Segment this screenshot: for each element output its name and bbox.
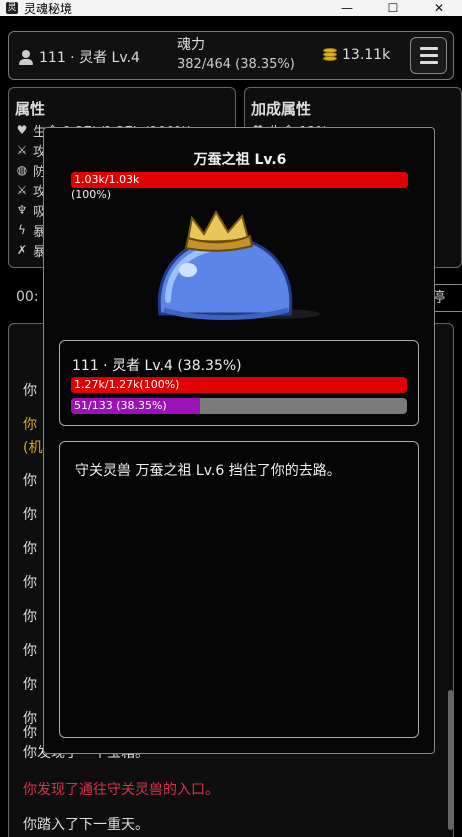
battle-message-box: 守关灵兽 万蚕之祖 Lv.6 挡住了你的去路。 [59,441,419,738]
attr-row: ⚔ 攻 [15,181,46,201]
log-line: 你 [23,575,37,591]
attr-row: ϟ 暴 [15,221,46,241]
crossed-swords-icon: ✗ [16,243,28,257]
attr-row: ⚔ 攻 [15,141,46,161]
player-name-level: 111 · 灵者 Lv.4 [39,50,140,66]
log-line: 你 [23,507,37,523]
soul-power: 魂力 382/464 (38.35%) [177,36,295,74]
maximize-button[interactable]: ☐ [370,0,416,16]
soul-value: 382/464 (38.35%) [177,57,295,72]
boss-hp-percent: (100%) [71,188,112,201]
attr-row: ✗ 暴 [15,241,46,261]
menu-button[interactable] [410,37,447,74]
minimize-button[interactable]: — [324,0,370,16]
log-line: 你踏入了下一重天。 [23,817,149,833]
hamburger-icon [419,47,438,50]
attr-row: ◍ 防 [15,161,46,181]
shield-icon: ◍ [16,163,28,177]
bolt-icon: ϟ [18,223,26,237]
battle-player-name: 111 · 灵者 Lv.4 (38.35%) [72,358,242,374]
sword-icon: ⚔ [16,183,28,197]
attributes-title: 属性 [15,100,46,118]
gold-display: 13.11k [323,47,390,63]
slime-king-sprite [157,210,320,320]
player-hp-bar: 1.27k/1.27k(100%) [71,377,407,393]
boss-hp-text: 1.03k/1.03k [74,173,140,186]
window-titlebar: 灵 灵魂秘境 — ☐ ✕ [0,0,462,16]
wing-icon: ♆ [16,203,28,217]
log-scrollbar[interactable] [448,690,453,830]
timer: 00: [16,289,39,305]
person-icon [19,49,33,65]
sword-icon: ⚔ [16,143,28,157]
log-line: 你发现了通往守关灵兽的入口。 [23,782,219,798]
log-line: 你 [23,473,37,489]
player-hp-text: 1.27k/1.27k(100%) [74,378,180,391]
heart-icon: ♥ [16,123,28,137]
boss-hp-bar: 1.03k/1.03k [71,172,408,188]
coin-stack-icon [323,48,337,62]
log-line: 你 [23,609,37,625]
player-battle-card: 111 · 灵者 Lv.4 (38.35%) 1.27k/1.27k(100%)… [59,340,419,426]
log-line: 你 [23,417,37,433]
log-line: 你 [23,677,37,693]
attr-row: ♆ 吸 [15,201,46,221]
player-mp-bar: 51/133 (38.35%) [71,398,407,414]
log-line: 你 [23,643,37,659]
window-title: 灵魂秘境 [24,1,73,16]
log-line: 你 [23,541,37,557]
close-button[interactable]: ✕ [416,0,462,16]
status-bar: 111 · 灵者 Lv.4 魂力 382/464 (38.35%) 13.11k [8,31,454,80]
player-mp-text: 51/133 (38.35%) [74,399,167,412]
log-line: 你 [23,725,37,741]
soul-label: 魂力 [177,37,205,53]
window-controls: — ☐ ✕ [324,0,462,16]
gold-amount: 13.11k [342,47,391,63]
player-info: 111 · 灵者 Lv.4 [19,47,140,67]
bonus-title: 加成属性 [251,100,312,118]
log-line: (机 [23,440,43,456]
battle-message: 守关灵兽 万蚕之祖 Lv.6 挡住了你的去路。 [75,463,341,479]
app-icon: 灵 [6,2,18,14]
boss-name: 万蚕之祖 Lv.6 [193,152,287,168]
log-line: 你 [23,383,37,399]
battle-dialog: 万蚕之祖 Lv.6 1.03k/1.03k (100%) 111 · 灵者 Lv… [43,127,435,754]
